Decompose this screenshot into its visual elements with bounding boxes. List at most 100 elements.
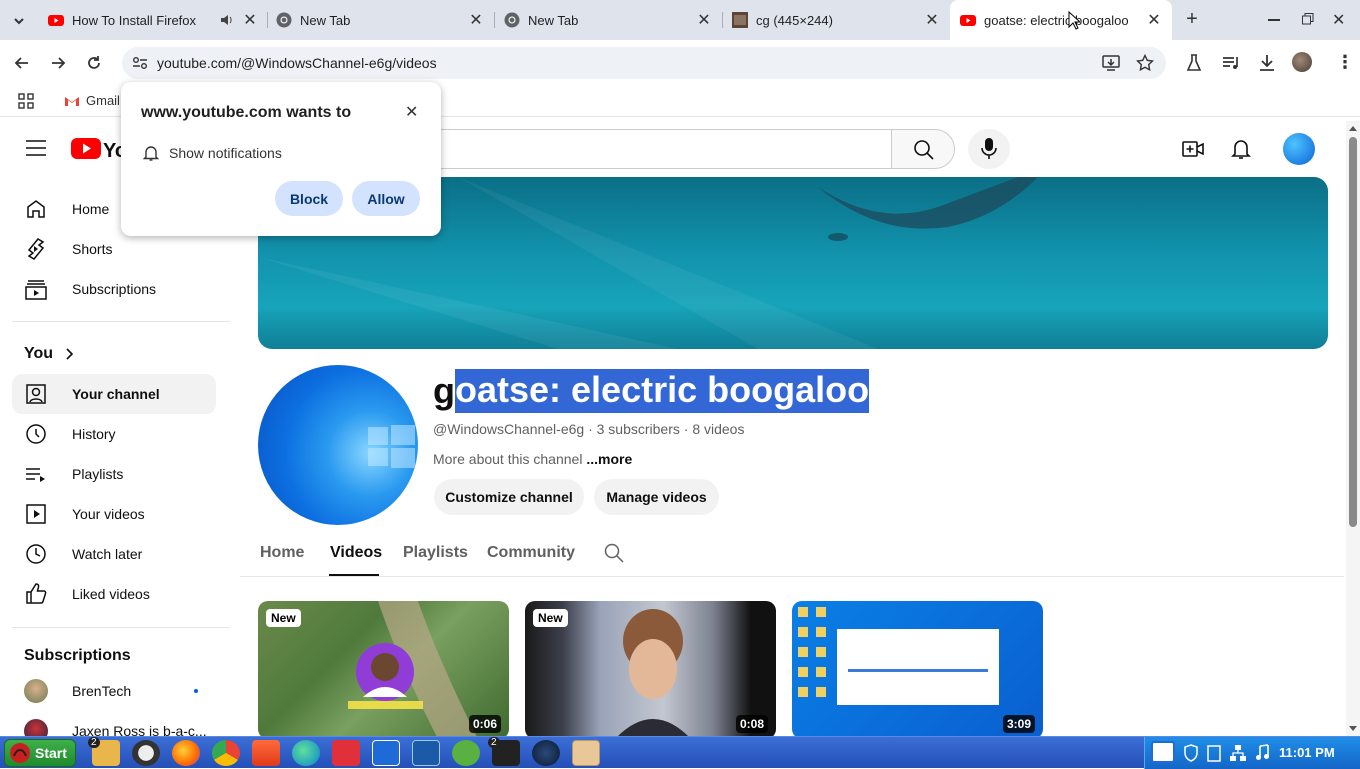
customize-channel-button[interactable]: Customize channel — [434, 479, 584, 515]
sidebar-you-header[interactable]: You — [24, 345, 77, 363]
download-icon[interactable] — [1257, 53, 1277, 73]
network-icon[interactable] — [1229, 744, 1247, 762]
speaker-icon[interactable] — [218, 12, 236, 28]
tab-4-active[interactable]: goatse: electric boogaloo ✕ — [950, 0, 1172, 40]
sidebar-item-label: Subscriptions — [72, 281, 157, 297]
tab-0[interactable]: How To Install Firefox ✕ — [38, 0, 268, 40]
bookmark-gmail[interactable]: Gmail — [64, 93, 120, 108]
tab-search-button[interactable] — [8, 10, 30, 32]
chrome-taskbar-icon[interactable] — [212, 740, 240, 766]
new-tab-button[interactable]: + — [1180, 8, 1204, 32]
sidebar-item-label: Your videos — [72, 506, 145, 522]
forward-icon[interactable] — [48, 53, 68, 73]
subscription-item[interactable]: BrenTech — [12, 671, 216, 711]
more-link[interactable]: ...more — [586, 451, 632, 467]
minimize-icon[interactable] — [1268, 19, 1280, 21]
subscription-item[interactable]: Jaxen Ross is b-a-c... — [12, 711, 216, 736]
archive-icon[interactable] — [572, 740, 600, 766]
volume-icon[interactable] — [1255, 744, 1271, 762]
scrollbar-thumb[interactable] — [1349, 137, 1357, 527]
create-video-icon[interactable] — [1182, 138, 1204, 160]
clipboard-icon[interactable] — [1207, 744, 1221, 762]
tab-home[interactable]: Home — [260, 544, 304, 562]
start-button[interactable]: Start — [4, 739, 76, 767]
calculator-icon[interactable] — [452, 740, 480, 766]
close-tab-icon[interactable]: ✕ — [242, 10, 258, 30]
voice-search-button[interactable] — [968, 129, 1010, 169]
close-tab-icon[interactable]: ✕ — [1146, 10, 1162, 30]
shield-icon[interactable] — [1183, 744, 1199, 762]
close-tab-icon[interactable]: ✕ — [696, 10, 712, 30]
brave-icon[interactable] — [252, 740, 280, 766]
sidebar-item-your-videos[interactable]: Your videos — [12, 494, 216, 534]
install-app-icon[interactable] — [1102, 54, 1120, 72]
tab-videos[interactable]: Videos — [330, 544, 382, 562]
tab-title: cg (445×244) — [756, 12, 833, 28]
tab-2[interactable]: New Tab ✕ — [494, 0, 722, 40]
sidebar-item-label: Shorts — [72, 241, 113, 257]
sidebar-item-liked-videos[interactable]: Liked videos — [12, 574, 216, 614]
channel-about[interactable]: More about this channel ...more — [433, 451, 632, 467]
back-icon[interactable] — [12, 53, 32, 73]
block-button[interactable]: Block — [275, 181, 343, 216]
bell-icon — [143, 146, 159, 161]
url-text[interactable]: youtube.com/@WindowsChannel-e6g/videos — [157, 55, 437, 71]
your-videos-icon — [26, 504, 46, 524]
manage-videos-button[interactable]: Manage videos — [594, 479, 719, 515]
clock[interactable]: 11:01 PM — [1279, 745, 1335, 760]
search-input[interactable] — [410, 129, 892, 169]
home-icon — [27, 200, 45, 218]
tab-playlists[interactable]: Playlists — [403, 544, 468, 562]
windows-logo-icon — [368, 425, 415, 468]
site-settings-icon[interactable] — [132, 55, 148, 71]
vivaldi-icon[interactable] — [332, 740, 360, 766]
notifications-bell-icon[interactable] — [1231, 138, 1251, 160]
system-monitor-icon[interactable] — [412, 740, 440, 766]
video-thumbnail[interactable]: New 0:08 — [525, 601, 776, 739]
sidebar-item-playlists[interactable]: Playlists — [12, 454, 216, 494]
apps-grid-icon[interactable] — [18, 93, 34, 109]
channel-avatar[interactable] — [258, 365, 418, 525]
video-thumbnail[interactable]: 3:09 — [792, 601, 1043, 739]
close-window-icon[interactable]: ✕ — [1332, 10, 1345, 30]
sidebar-item-your-channel[interactable]: Your channel — [12, 374, 216, 414]
history-icon — [26, 424, 46, 444]
obs-icon[interactable] — [132, 740, 160, 766]
scroll-up-arrow-icon[interactable] — [1349, 125, 1357, 131]
remote-tray-icon[interactable] — [1151, 741, 1175, 763]
remote-desktop-icon[interactable] — [372, 740, 400, 766]
start-label: Start — [35, 745, 67, 761]
firefox-icon[interactable] — [172, 740, 200, 766]
reload-icon[interactable] — [84, 53, 104, 73]
channel-search-icon[interactable] — [604, 543, 624, 563]
sidebar-item-watch-later[interactable]: Watch later — [12, 534, 216, 574]
sidebar-item-history[interactable]: History — [12, 414, 216, 454]
restore-icon[interactable] — [1302, 13, 1314, 25]
video-thumbnail[interactable]: New 0:06 — [258, 601, 509, 739]
search-button[interactable] — [891, 129, 955, 169]
tab-3[interactable]: cg (445×244) ✕ — [722, 0, 950, 40]
media-controls-icon[interactable] — [1221, 53, 1241, 73]
steam-icon[interactable] — [532, 740, 560, 766]
account-avatar[interactable] — [1283, 133, 1315, 165]
sidebar-item-label: Home — [72, 201, 110, 217]
tab-1[interactable]: New Tab ✕ — [266, 0, 494, 40]
window-count-badge: 2 — [88, 737, 100, 748]
page-scrollbar[interactable] — [1346, 121, 1360, 736]
allow-button[interactable]: Allow — [352, 181, 420, 216]
labs-flask-icon[interactable] — [1185, 53, 1203, 73]
edge-dev-icon[interactable] — [292, 740, 320, 766]
profile-avatar[interactable] — [1292, 52, 1312, 72]
tab-community[interactable]: Community — [487, 544, 575, 562]
popup-title: www.youtube.com wants to — [141, 104, 352, 121]
popup-close-icon[interactable]: ✕ — [405, 102, 418, 122]
scroll-down-arrow-icon[interactable] — [1349, 726, 1357, 732]
duration-badge: 3:09 — [1002, 715, 1035, 733]
more-menu-icon[interactable]: ⋮ — [1336, 52, 1354, 72]
hamburger-menu-icon[interactable] — [26, 140, 46, 156]
close-tab-icon[interactable]: ✕ — [924, 10, 940, 30]
omnibox[interactable]: youtube.com/@WindowsChannel-e6g/videos — [122, 47, 1166, 79]
sidebar-item-subscriptions[interactable]: Subscriptions — [12, 269, 216, 309]
bookmark-star-icon[interactable] — [1136, 54, 1154, 72]
close-tab-icon[interactable]: ✕ — [468, 10, 484, 30]
